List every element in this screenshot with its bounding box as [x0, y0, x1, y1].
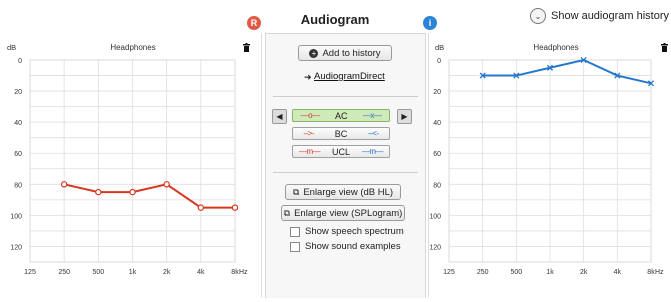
chevron-down-icon: ⌄: [530, 8, 546, 24]
y-tick-label: 60: [14, 151, 22, 158]
right-audiogram-panel: dB Headphones 0 20 40 60 80 100 120 125 250 500 1k…: [428, 33, 671, 297]
enlarge-spl-button[interactable]: ⧉ Enlarge view (SPLogram): [281, 205, 405, 221]
enlarge-spl-label: Enlarge view (SPLogram): [294, 207, 403, 219]
arrow-left-icon: ◀: [276, 112, 283, 121]
audiogram-direct-link[interactable]: AudiogramDirect: [314, 71, 385, 82]
sound-examples-checkbox[interactable]: Show sound examples: [290, 241, 401, 252]
x-tick-label: 2k: [580, 269, 588, 276]
series-line: [63, 183, 235, 209]
x-tick-label: 250: [477, 269, 489, 276]
add-to-history-button[interactable]: + Add to history: [298, 45, 392, 61]
symbol-ucl-button[interactable]: —m— UCL —m—: [292, 145, 390, 158]
next-symbol-button[interactable]: ▶: [397, 109, 412, 124]
y-tick-label: 100: [10, 213, 22, 220]
ucl-right-symbol: —m—: [298, 147, 321, 156]
sound-examples-label: Show sound examples: [305, 241, 401, 252]
x-tick-label: 250: [58, 269, 70, 276]
divider: [273, 172, 418, 173]
y-tick-label: 20: [433, 89, 441, 96]
y-tick-label: 80: [433, 182, 441, 189]
y-tick-label: 0: [18, 58, 22, 65]
window-icon: ⧉: [292, 186, 300, 197]
divider: [273, 96, 418, 97]
bc-label: BC: [334, 128, 348, 139]
page-title: Audiogram: [300, 12, 370, 27]
y-tick-label: 60: [433, 151, 441, 158]
left-audiogram-panel: dB Headphones 0 20 40 60 80 100 120 125 250 500 1k…: [0, 33, 262, 297]
y-tick-label: 40: [14, 120, 22, 127]
x-tick-label: 500: [92, 269, 104, 276]
x-tick-label: 1k: [546, 269, 554, 276]
symbol-bc-button[interactable]: -->- BC --<-: [292, 127, 390, 140]
trash-icon[interactable]: [661, 43, 668, 52]
x-tick-label: 8k: [647, 269, 655, 276]
right-chart-title: Headphones: [533, 43, 578, 52]
x-unit-label: Hz: [239, 269, 248, 276]
speech-spectrum-label: Show speech spectrum: [305, 226, 404, 237]
bc-right-symbol: -->-: [303, 129, 315, 138]
ac-right-symbol: —o—: [300, 111, 320, 120]
y-tick-label: 0: [437, 58, 441, 65]
y-tick-label: 100: [429, 213, 441, 220]
x-tick-label: 4k: [197, 269, 205, 276]
x-tick-label: 125: [24, 269, 36, 276]
right-audiogram-chart: dB Headphones 0 20 40 60 80 100 120 125 250 500 1k…: [429, 43, 668, 276]
enlarge-hl-label: Enlarge view (dB HL): [303, 186, 394, 198]
y-tick-label: 20: [14, 89, 22, 96]
series-line: [482, 58, 652, 85]
left-chart-title: Headphones: [110, 43, 155, 52]
show-history-button[interactable]: ⌄ Show audiogram history: [530, 8, 669, 24]
speech-spectrum-checkbox[interactable]: Show speech spectrum: [290, 226, 404, 237]
checkbox-box[interactable]: [290, 226, 300, 237]
y-tick-label: 120: [429, 244, 441, 251]
data-point: [197, 204, 205, 211]
y-tick-label: 120: [10, 244, 22, 251]
window-icon: ⧉: [283, 207, 291, 218]
data-point: [95, 188, 102, 196]
symbol-ac-button[interactable]: —o— AC —x—: [292, 109, 390, 122]
ucl-label: UCL: [331, 146, 350, 157]
x-tick-label: 2k: [163, 269, 171, 276]
x-unit-label: Hz: [655, 269, 664, 276]
data-point: [231, 204, 239, 211]
right-ear-badge: R: [247, 16, 261, 30]
plus-circle-icon: +: [309, 48, 319, 58]
x-tick-label: 1k: [129, 269, 137, 276]
checkbox-box[interactable]: [290, 241, 300, 252]
left-unit-label: dB: [7, 43, 16, 52]
arrow-right-icon: ▶: [401, 112, 408, 121]
data-point: [60, 181, 68, 188]
trash-icon[interactable]: [243, 43, 250, 52]
x-tick-label: 125: [443, 269, 455, 276]
x-tick-label: 8k: [231, 269, 239, 276]
left-audiogram-chart: dB Headphones 0 20 40 60 80 100 120 125 250 500 1k…: [7, 43, 250, 276]
right-unit-label: dB: [435, 43, 444, 52]
enlarge-hl-button[interactable]: ⧉ Enlarge view (dB HL): [285, 184, 401, 200]
y-tick-label: 80: [14, 182, 22, 189]
control-panel: + Add to history ➜ AudiogramDirect ◀ ▶ —…: [265, 33, 426, 298]
data-point: [129, 188, 136, 196]
show-history-label: Show audiogram history: [551, 10, 670, 22]
add-to-history-label: Add to history: [322, 47, 381, 59]
x-tick-label: 500: [510, 269, 522, 276]
data-point: [163, 181, 170, 188]
ac-label: AC: [334, 110, 348, 121]
ac-left-symbol: —x—: [362, 111, 382, 120]
bc-left-symbol: --<-: [367, 129, 379, 138]
ucl-left-symbol: —m—: [361, 147, 384, 156]
info-icon[interactable]: i: [423, 16, 437, 30]
prev-symbol-button[interactable]: ◀: [272, 109, 287, 124]
arrow-right-icon: ➜: [304, 72, 312, 82]
x-tick-label: 4k: [614, 269, 622, 276]
y-tick-label: 40: [433, 120, 441, 127]
